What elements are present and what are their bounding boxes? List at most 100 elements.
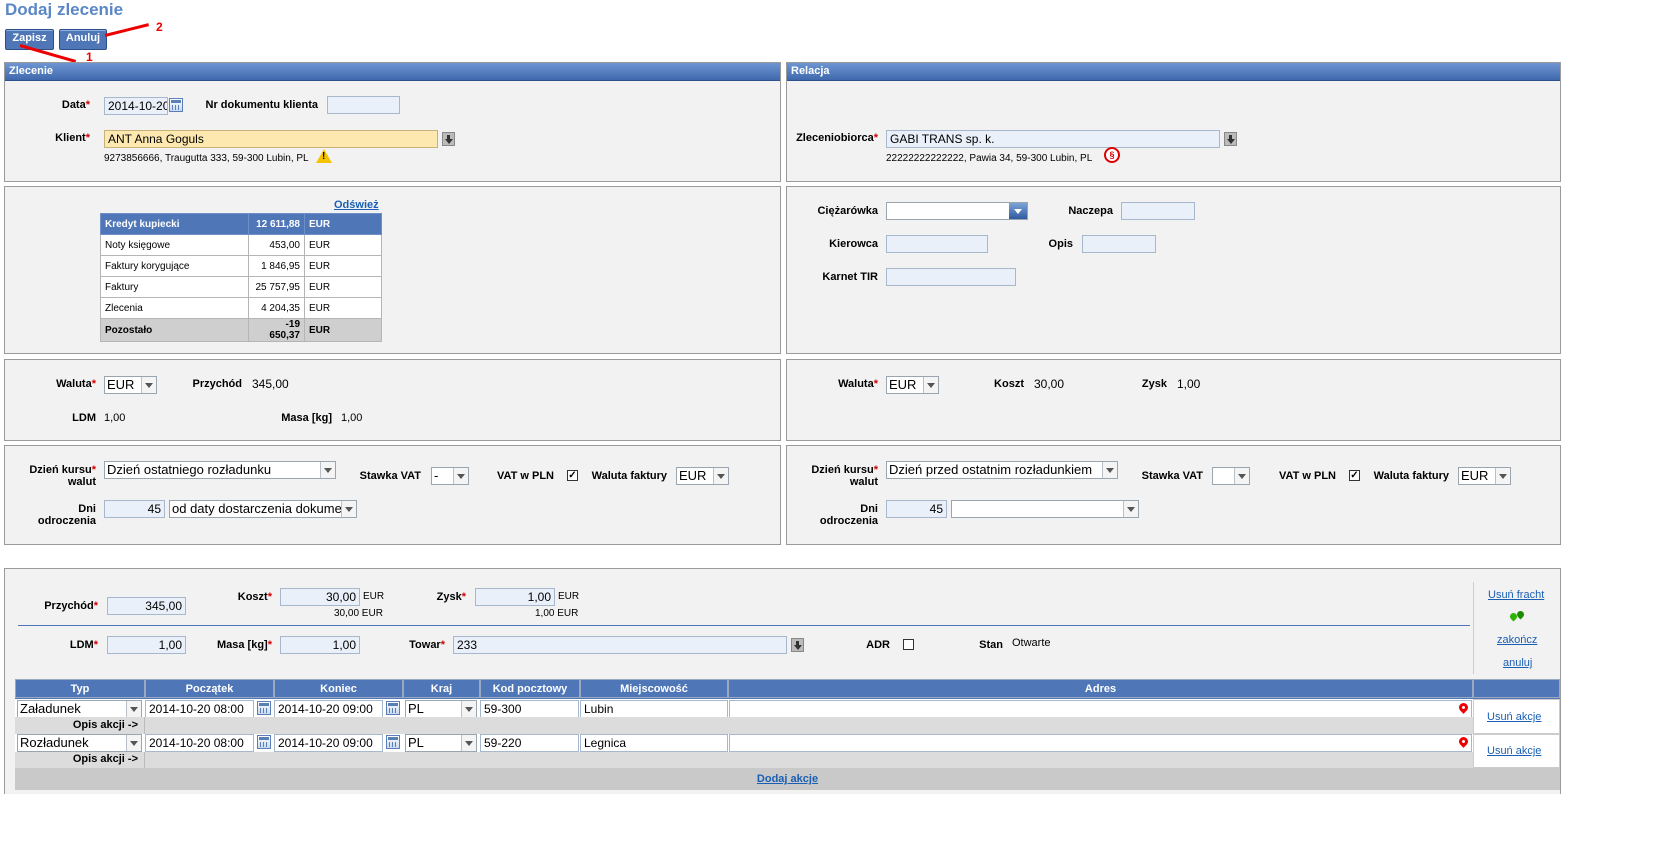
waluta-select[interactable]: EUR [886,376,939,394]
start-input[interactable]: 2014-10-20 08:00 [145,734,254,752]
adr-label: ADR [866,639,890,651]
remove-fracht-link[interactable]: Usuń fracht [1488,589,1544,601]
remove-action-link[interactable]: Usuń akcje [1487,745,1541,757]
chevron-down-icon[interactable] [461,735,476,751]
chevron-down-icon[interactable] [341,501,356,517]
calendar-icon[interactable] [386,701,400,715]
chevron-down-icon[interactable] [453,468,468,484]
divider [18,625,1470,626]
download-arrow-icon[interactable] [442,132,455,146]
fracht-masa-input[interactable]: 1,00 [280,636,360,654]
desc-input[interactable] [1082,235,1156,253]
zleceniobiorca-address: 22222222222222, Pawia 34, 59-300 Lubin, … [886,153,1093,164]
chevron-down-icon[interactable] [1102,462,1117,478]
divider [144,752,145,768]
calendar-icon[interactable] [386,735,400,749]
chevron-down-icon[interactable] [1495,468,1510,484]
chevron-down-icon[interactable] [923,377,938,393]
kredyt-value: 4 204,35 [248,297,305,319]
column-header [1473,679,1560,698]
kod-pocztowy-input[interactable]: 59-300 [480,700,579,718]
vat-pln-checkbox[interactable]: ✓ [567,470,578,481]
fracht-ldm-input[interactable]: 1,00 [107,636,186,654]
adr-checkbox[interactable] [903,639,914,650]
stawka-vat-label: Stawka VAT [1141,470,1203,482]
kraj-select[interactable]: PL [405,700,477,718]
chevron-down-icon[interactable] [461,701,476,717]
zysk-label: Zysk [1141,378,1167,390]
end-input[interactable]: 2014-10-20 09:00 [274,734,383,752]
przychod-value: 345,00 [252,377,289,391]
download-arrow-icon[interactable] [1224,132,1237,146]
stawka-vat-select[interactable] [1212,467,1250,485]
chevron-down-icon[interactable] [126,701,141,717]
adres-input[interactable] [729,734,1472,752]
stawka-vat-select[interactable]: - [431,467,469,485]
chevron-down-icon[interactable] [126,735,141,751]
kraj-select[interactable]: PL [405,734,477,752]
refresh-link[interactable]: Odśwież [334,199,379,211]
finish-link[interactable]: zakończ [1497,634,1537,646]
kredyt-currency: EUR [304,276,382,298]
chevron-down-icon[interactable] [713,468,728,484]
left-vat-panel [4,445,781,545]
fracht-zysk-input[interactable]: 1,00 [475,588,555,606]
fracht-przychod-input[interactable]: 345,00 [107,597,186,615]
tir-input[interactable] [886,268,1016,286]
calendar-icon[interactable] [257,735,271,749]
adres-input[interactable] [729,700,1472,718]
fracht-koszt-input[interactable]: 30,00 [280,588,360,606]
opis-akcji-label: Opis akcji -> [72,753,138,765]
nr-dokumentu-input[interactable] [327,96,400,114]
column-header: Typ [15,679,145,698]
dzien-kursu-select[interactable]: Dzień przed ostatnim rozładunkiem [886,461,1118,479]
truck-select[interactable] [886,202,1028,220]
download-arrow-icon[interactable] [791,638,804,652]
typ-value: Rozładunek [20,735,89,750]
waluta-faktury-select[interactable]: EUR [676,467,729,485]
dzien-kursu-label: Dzień kursu* walut [29,464,96,488]
waluta-faktury-select[interactable]: EUR [1458,467,1511,485]
chevron-down-icon[interactable] [141,377,156,393]
column-header: Adres [728,679,1473,698]
calendar-icon[interactable] [169,98,183,112]
cancel-button[interactable]: Anuluj [59,29,107,50]
waluta-label: Waluta* [56,378,96,390]
driver-input[interactable] [886,235,988,253]
towar-input[interactable]: 233 [453,636,787,654]
stawka-vat-label: Stawka VAT [359,470,421,482]
miejscowosc-input[interactable]: Legnica [580,734,728,752]
waluta-faktury-label: Waluta faktury [591,470,667,482]
data-input[interactable]: 2014-10-20 [104,97,168,115]
typ-select[interactable]: Załadunek [17,700,142,718]
trailer-input[interactable] [1121,202,1195,220]
add-action-link[interactable]: Dodaj akcje [757,773,818,785]
chevron-down-icon[interactable] [1234,468,1249,484]
miejscowosc-input[interactable]: Lubin [580,700,728,718]
calendar-icon[interactable] [257,701,271,715]
dzien-kursu-value: Dzień ostatniego rozładunku [107,462,272,477]
dzien-kursu-select[interactable]: Dzień ostatniego rozładunku [104,461,336,479]
start-input[interactable]: 2014-10-20 08:00 [145,700,254,718]
chevron-down-icon[interactable] [1123,501,1138,517]
remove-action-link[interactable]: Usuń akcje [1487,711,1541,723]
column-header: Koniec [274,679,403,698]
vat-pln-checkbox[interactable]: ✓ [1349,470,1360,481]
dni-odroczenia-input[interactable]: 45 [104,500,165,518]
typ-select[interactable]: Rozładunek [17,734,142,752]
dni-mode-select[interactable] [951,500,1139,518]
chevron-down-icon[interactable] [320,462,335,478]
end-input[interactable]: 2014-10-20 09:00 [274,700,383,718]
kod-pocztowy-input[interactable]: 59-220 [480,734,579,752]
chevron-down-icon[interactable] [1009,203,1027,219]
cancel-link[interactable]: anuluj [1503,657,1532,669]
dni-mode-select[interactable]: od daty dostarczenia dokume [169,500,357,518]
klient-input[interactable]: ANT Anna Goguls [104,130,438,148]
waluta-select[interactable]: EUR [104,376,157,394]
dni-odroczenia-input[interactable]: 45 [886,500,947,518]
column-header: Początek [145,679,274,698]
typ-value: Załadunek [20,701,81,716]
driver-label: Kierowca [829,238,878,250]
kredyt-value: 12 611,88 [248,213,305,235]
zleceniobiorca-input[interactable]: GABI TRANS sp. k. [886,130,1220,148]
